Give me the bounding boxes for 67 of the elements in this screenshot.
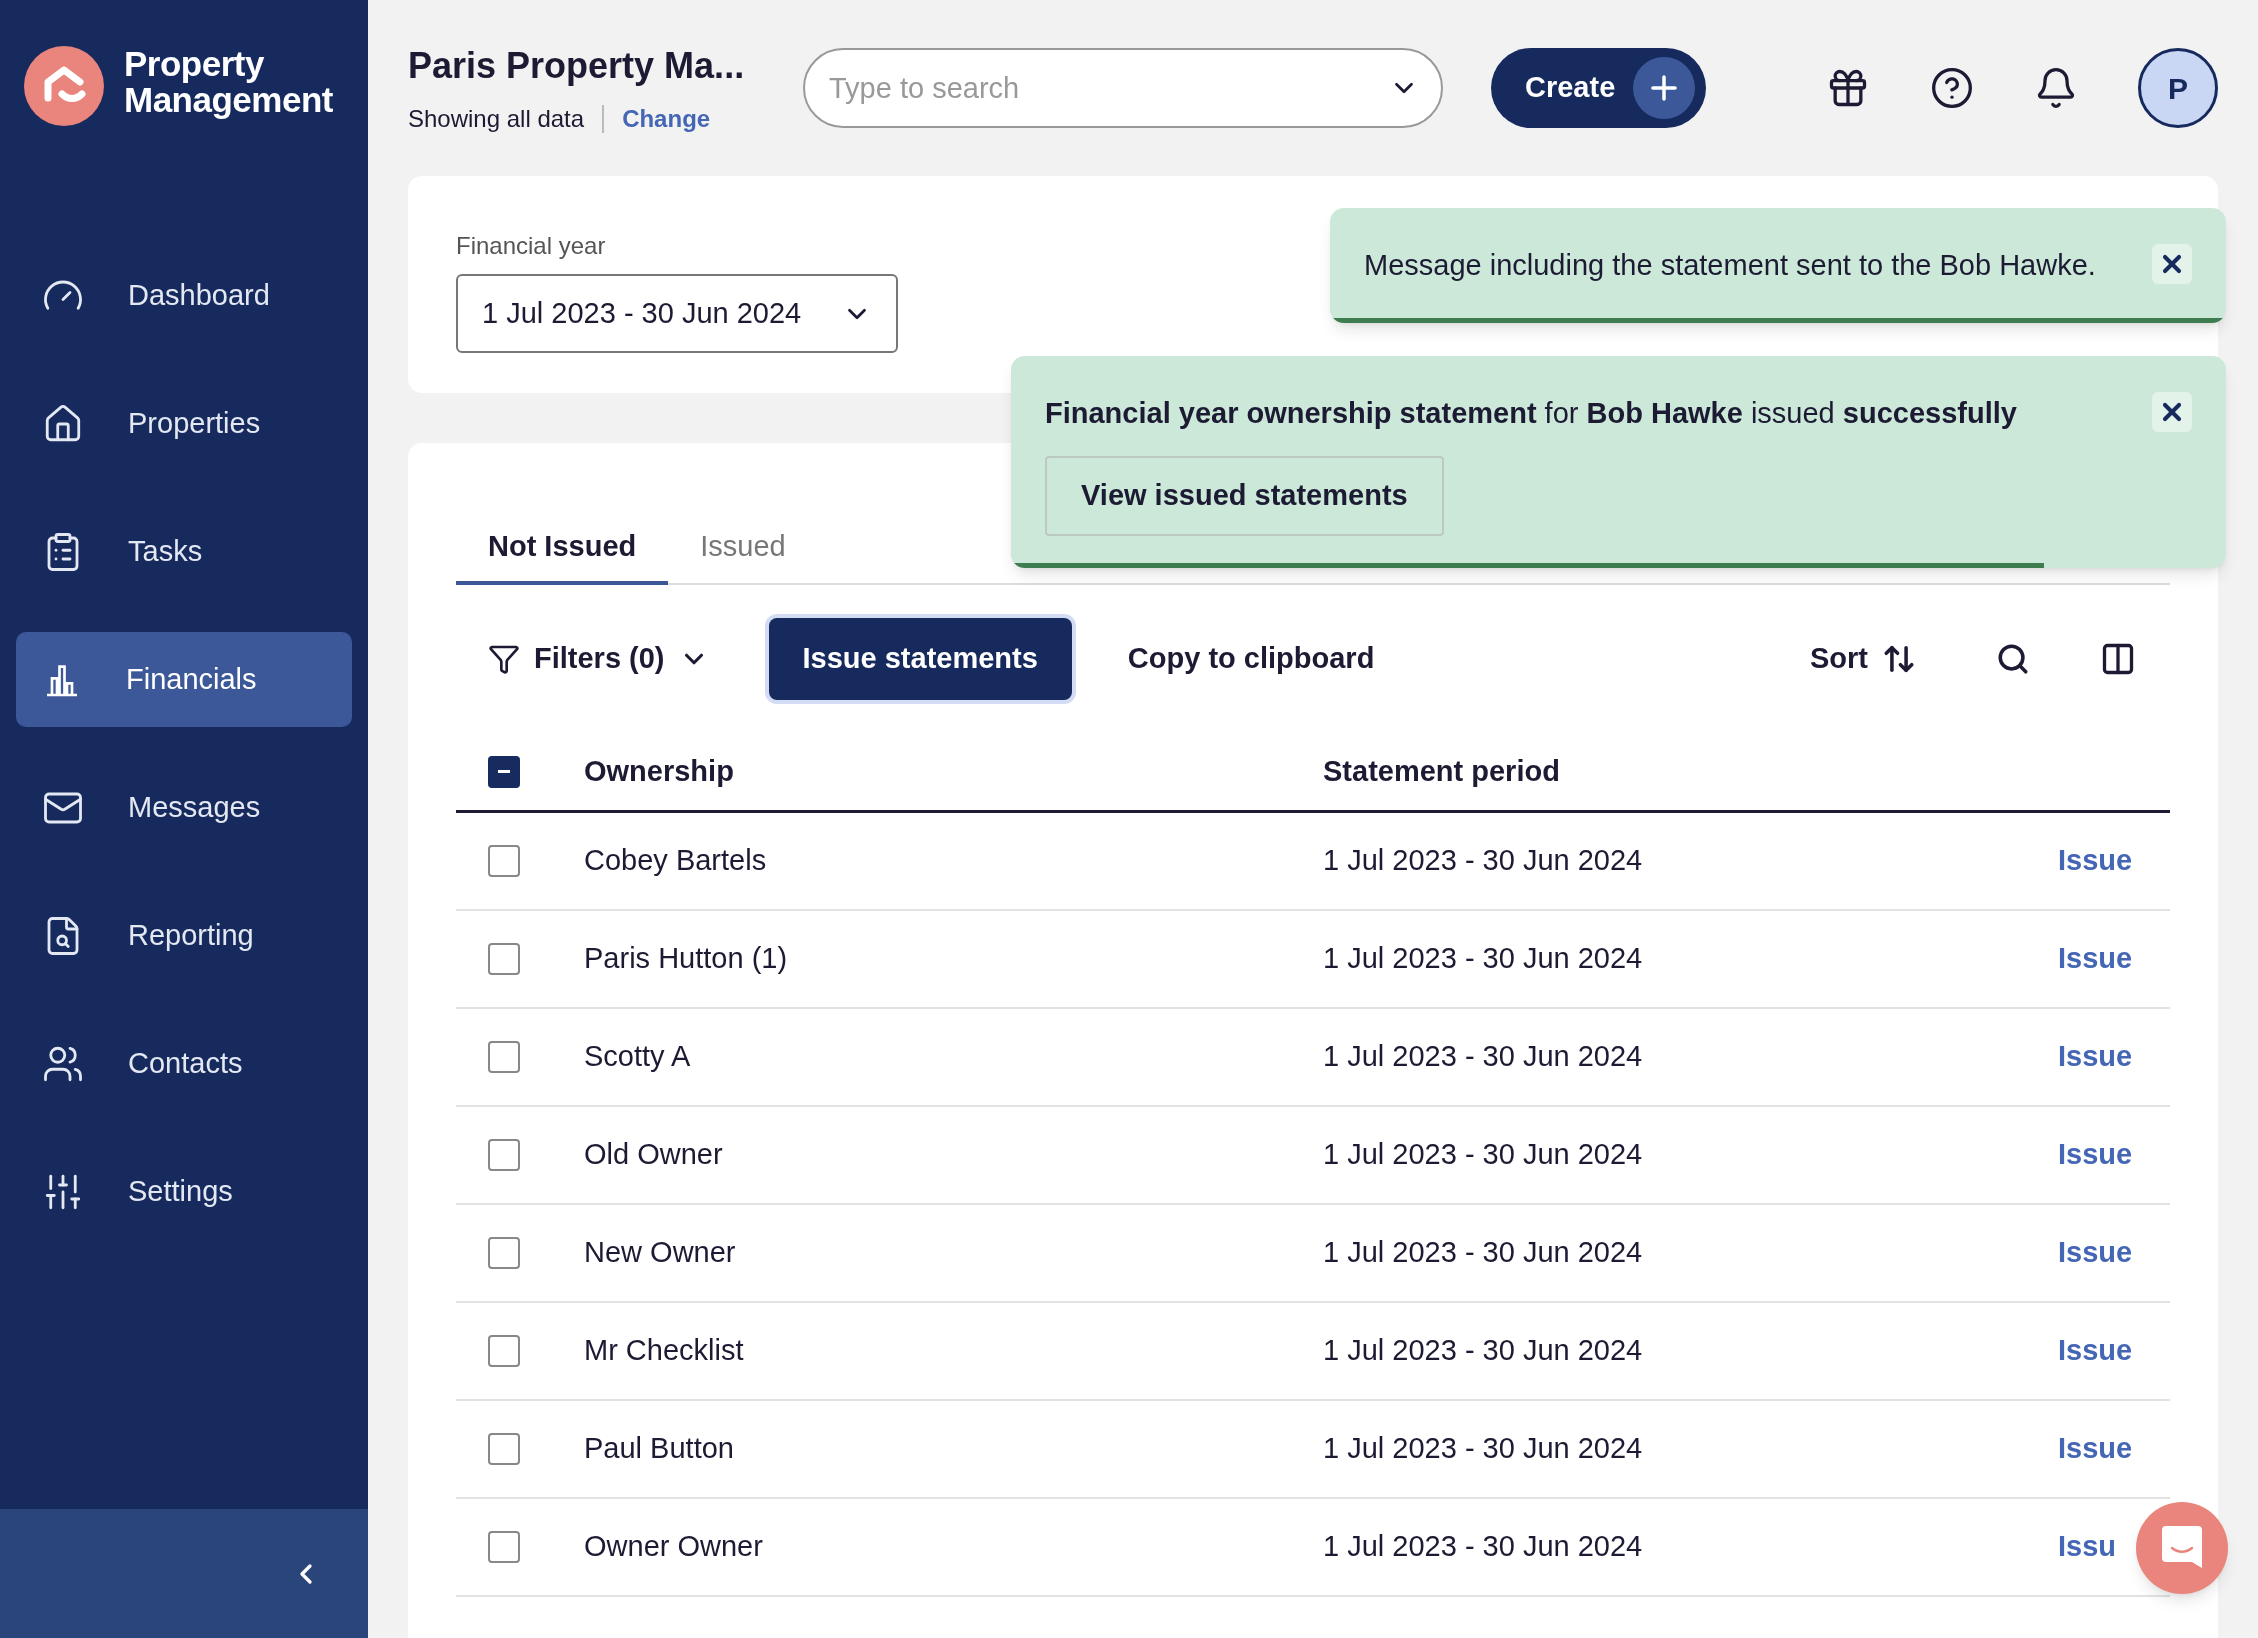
- nav-item[interactable]: Properties: [16, 376, 352, 471]
- issue-link[interactable]: Issue: [2058, 1133, 2133, 1177]
- search-icon[interactable]: [1996, 642, 2030, 676]
- plus-icon: [1633, 57, 1696, 119]
- nav-item[interactable]: Reporting: [16, 888, 352, 983]
- copy-button[interactable]: Copy to clipboard: [1127, 637, 1375, 681]
- user-avatar[interactable]: P: [2138, 48, 2218, 128]
- change-link[interactable]: Change: [622, 101, 711, 137]
- table-cell-text: 1 Jul 2023 - 30 Jun 2024: [1323, 1039, 1643, 1075]
- issue-link[interactable]: Issue: [2058, 937, 2133, 981]
- year-select[interactable]: 1 Jul 2023 - 30 Jun 2024: [456, 274, 898, 353]
- close-button[interactable]: [2152, 243, 2192, 284]
- table-cell-text: Scotty A: [584, 1039, 692, 1075]
- row-checkbox[interactable]: [488, 1139, 520, 1171]
- page-title: Paris Property Ma...: [408, 44, 746, 88]
- table-cell-text: 1 Jul 2023 - 30 Jun 2024: [1323, 1431, 1643, 1467]
- column-header: Ownership: [584, 753, 735, 789]
- row-checkbox[interactable]: [488, 1531, 520, 1563]
- nav-item[interactable]: Messages: [16, 760, 352, 855]
- brand-name: Property Management: [124, 46, 334, 118]
- nav-item[interactable]: Settings: [16, 1144, 352, 1239]
- table-cell-text: Paris Hutton (1): [584, 941, 789, 977]
- row-checkbox[interactable]: [488, 943, 520, 975]
- table-cell-text: 1 Jul 2023 - 30 Jun 2024: [1323, 1529, 1643, 1565]
- tab[interactable]: Issued: [668, 513, 818, 585]
- search-field[interactable]: Type to search: [803, 48, 1443, 128]
- issue-link[interactable]: Issue: [2058, 1231, 2133, 1275]
- row-checkbox[interactable]: [488, 1041, 520, 1073]
- table-cell-text: New Owner: [584, 1235, 737, 1271]
- table-cell-text: 1 Jul 2023 - 30 Jun 2024: [1323, 1333, 1643, 1369]
- view-statements-button[interactable]: View issued statements: [1045, 455, 1444, 536]
- toast-message: Financial year ownership statement for Bob Hawke issued successfully: [1045, 396, 2017, 431]
- table-cell-text: 1 Jul 2023 - 30 Jun 2024: [1323, 1235, 1643, 1271]
- nav-item[interactable]: Contacts: [16, 1016, 352, 1111]
- row-checkbox[interactable]: [488, 1237, 520, 1269]
- table-cell-text: 1 Jul 2023 - 30 Jun 2024: [1323, 941, 1643, 977]
- table-cell-text: Old Owner: [584, 1137, 724, 1173]
- select-all-checkbox[interactable]: [488, 755, 520, 788]
- nav-item[interactable]: Tasks: [16, 504, 352, 599]
- row-checkbox[interactable]: [488, 845, 520, 877]
- columns-icon[interactable]: [2100, 641, 2136, 677]
- table-cell-text: 1 Jul 2023 - 30 Jun 2024: [1323, 843, 1643, 879]
- nav-item[interactable]: Financials: [16, 632, 352, 727]
- create-button[interactable]: Create: [1491, 48, 1706, 128]
- table-cell-text: Paul Button: [584, 1431, 735, 1467]
- issue-link[interactable]: Issue: [2058, 1035, 2133, 1079]
- table-cell-text: 1 Jul 2023 - 30 Jun 2024: [1323, 1137, 1643, 1173]
- help-icon[interactable]: [1930, 66, 1974, 110]
- tab[interactable]: Not Issued: [456, 513, 669, 585]
- row-checkbox[interactable]: [488, 1335, 520, 1367]
- subtitle: Showing all data: [408, 104, 585, 134]
- issue-link[interactable]: Issue: [2058, 1329, 2133, 1373]
- nav-item[interactable]: Dashboard: [16, 248, 352, 343]
- table-cell-text: Mr Checklist: [584, 1333, 745, 1369]
- table-cell-text: Owner Owner: [584, 1529, 764, 1565]
- filters-button[interactable]: Filters (0): [456, 637, 709, 681]
- toast-message: Message including the statement sent to the Bob Hawke.: [1364, 247, 2096, 283]
- logo-icon: [24, 46, 104, 126]
- column-header: Statement period: [1323, 753, 1560, 789]
- filter-icon: [488, 643, 520, 675]
- row-checkbox[interactable]: [488, 1433, 520, 1465]
- issue-link[interactable]: Issue: [2058, 839, 2133, 883]
- close-button[interactable]: [2152, 392, 2192, 432]
- sort-button[interactable]: Sort: [1810, 637, 1916, 681]
- table-cell-text: Cobey Bartels: [584, 843, 768, 879]
- issue-link[interactable]: Issu: [2058, 1525, 2117, 1569]
- issue-link[interactable]: Issue: [2058, 1427, 2133, 1471]
